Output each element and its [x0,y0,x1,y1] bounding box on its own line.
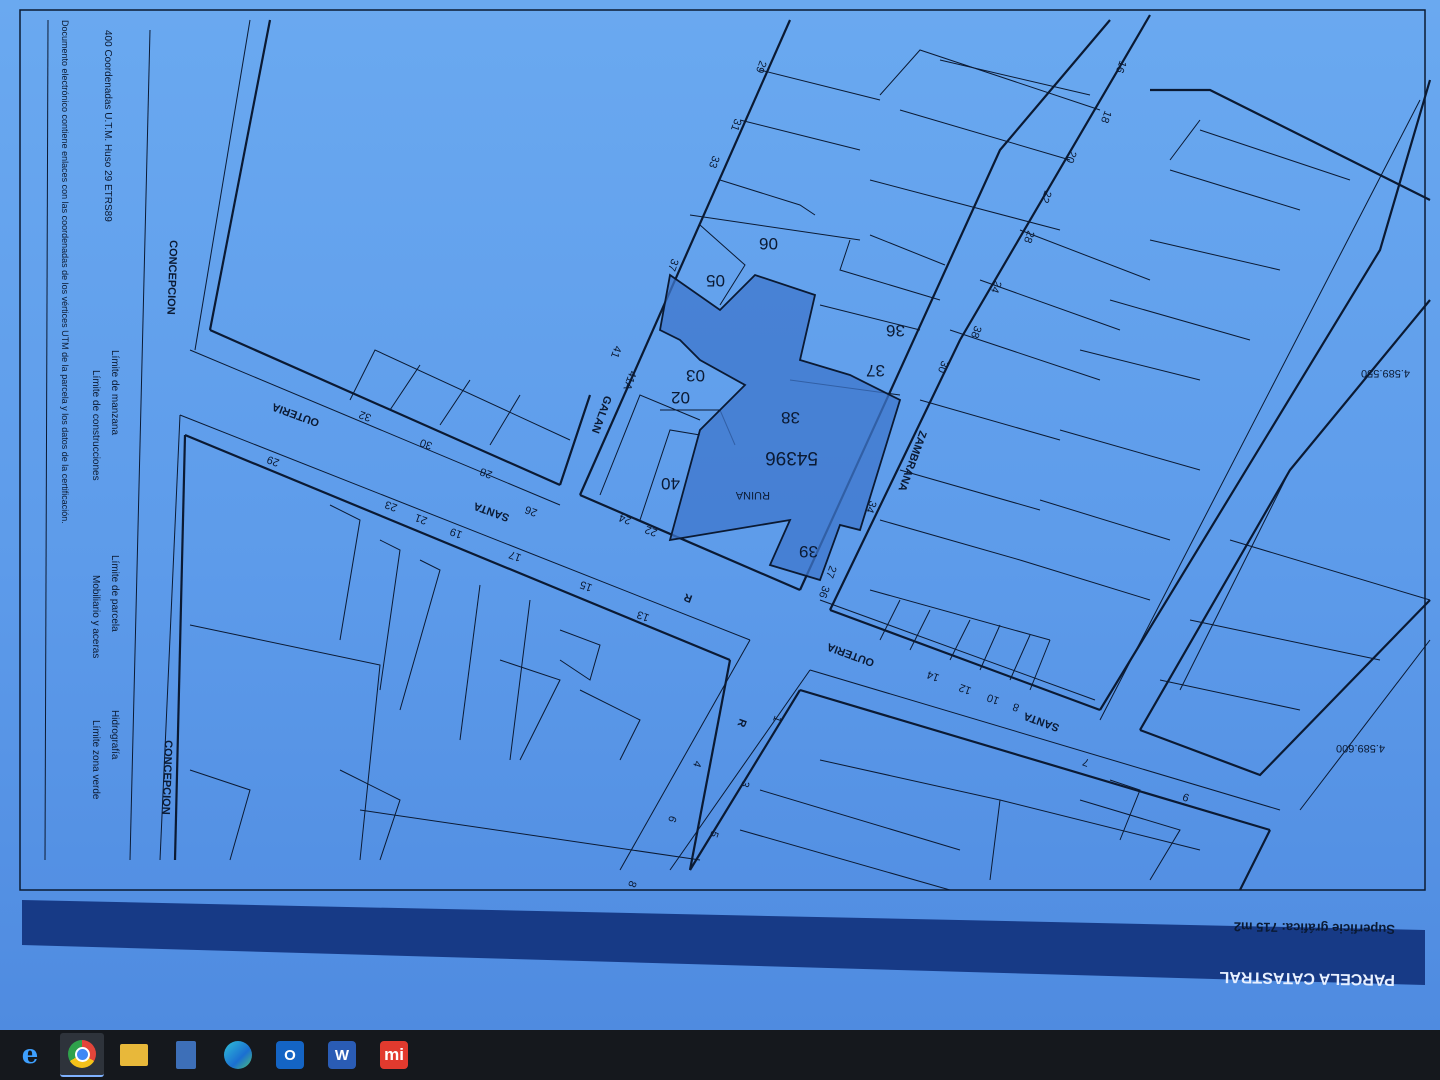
street-label-concepcion: CONCEPCION [164,240,179,315]
legend-coordinates: 400 Coordenadas U.T.M. Huso 29 ETRS89 [102,30,113,222]
house-number: 32 [357,408,373,423]
plot-number: 06 [759,234,778,253]
monitor-screen: SANTA OUTERIA SANTA OUTERIA R R GALAN ZA… [0,0,1440,1030]
house-number: 24 [988,279,1003,295]
legend-construction-limit: Límite de construcciones [90,370,101,481]
coordinate-label: 4.589.600 [1336,742,1385,754]
street-label-outeria-2: OUTERIA [825,640,876,668]
plot-number: 40 [661,474,680,493]
house-number: 8 [625,879,638,889]
house-number: 8 [1011,700,1021,713]
mi-app-icon: mi [380,1041,408,1069]
legend-parcel-limit: Límite de parcela [109,555,120,632]
street-label-santa-1: SANTA [472,499,511,523]
internet-explorer-icon: e [21,1040,39,1070]
house-number: 17 [507,548,523,563]
taskbar-outlook[interactable]: O [268,1033,312,1077]
legend-note: Documento electrónico contiene enlaces c… [60,20,70,524]
house-number: 26 [523,503,539,518]
house-number: 41 [608,344,623,360]
house-number: 41A [620,369,638,392]
plot-number: 36 [886,321,905,340]
taskbar: e O W mi [0,1030,1440,1080]
house-number: 36 [816,584,831,600]
legend-block-limit: Límite de manzana [109,350,120,435]
house-number: 20 [1063,149,1078,165]
calculator-icon [176,1041,196,1069]
house-number: 31 [728,117,743,133]
taskbar-chrome[interactable] [60,1033,104,1077]
legend-furniture: Mobiliario y aceras [90,575,101,658]
plot-number: 02 [671,388,690,407]
taskbar-mi-app[interactable]: mi [372,1033,416,1077]
street-label-santa-2: SANTA [1022,709,1061,733]
house-number: 4 [690,759,703,769]
parcel-reference: 54396 [765,447,818,468]
word-icon: W [328,1041,356,1069]
coordinate-label: 4.589.550 [1361,367,1410,379]
header-band [22,900,1425,985]
plot-number: 39 [799,542,818,561]
chrome-icon [68,1040,96,1068]
legend-green-zone: Límite zona verde [90,720,101,800]
house-number: 19 [448,525,464,540]
house-number: 1 [770,714,783,724]
edge-icon [224,1041,252,1069]
house-number: 37 [665,257,680,273]
house-number: 10 [985,691,1001,706]
street-label-r-2: R [734,717,748,729]
house-number: 13 [635,608,651,623]
plot-number: 03 [686,366,705,385]
house-number: 18 [1098,109,1113,125]
house-number: 30 [418,436,434,451]
cadastral-document: SANTA OUTERIA SANTA OUTERIA R R GALAN ZA… [0,0,1440,1000]
plot-number: 37 [866,361,885,380]
house-number: 7 [1081,755,1091,768]
house-number: 33 [706,154,721,170]
parcel-status-label: RUINA [735,489,770,501]
street-label-outeria-1: OUTERIA [270,400,321,428]
house-number: 29 [265,453,281,468]
house-number: 21 [413,511,429,526]
street-labels: SANTA OUTERIA SANTA OUTERIA R R GALAN ZA… [159,240,1061,815]
plot-number: 05 [706,271,725,290]
taskbar-calculator[interactable] [164,1033,208,1077]
taskbar-word[interactable]: W [320,1033,364,1077]
surface-area-label: Superficie gráfica: 715 m2 [1234,919,1395,937]
highlighted-parcel[interactable] [658,273,902,582]
house-number: 29 [753,59,768,75]
cadastral-map: SANTA OUTERIA SANTA OUTERIA R R GALAN ZA… [19,9,1432,988]
map-legend: 400 Coordenadas U.T.M. Huso 29 ETRS89 Lí… [44,19,120,861]
legend-hydrography: Hidrografía [109,710,120,760]
house-number: 28 [478,465,494,480]
house-number: 9 [1181,790,1191,803]
house-number: 12 [957,681,973,696]
house-number: 22 [643,523,659,538]
plot-number: 38 [781,408,800,427]
house-number: 30 [935,359,950,375]
house-number: 6 [665,814,678,824]
taskbar-internet-explorer[interactable]: e [8,1033,52,1077]
header-title: PARCELA CATASTRAL [1219,968,1395,988]
taskbar-edge[interactable] [216,1033,260,1077]
street-label-concepcion-2: CONCEPCION [159,740,174,815]
street-label-r-1: R [682,590,694,604]
file-explorer-icon [120,1044,148,1066]
taskbar-file-explorer[interactable] [112,1033,156,1077]
house-number: 15 [578,578,594,593]
house-number: 14 [925,668,941,683]
outlook-icon: O [276,1041,304,1069]
